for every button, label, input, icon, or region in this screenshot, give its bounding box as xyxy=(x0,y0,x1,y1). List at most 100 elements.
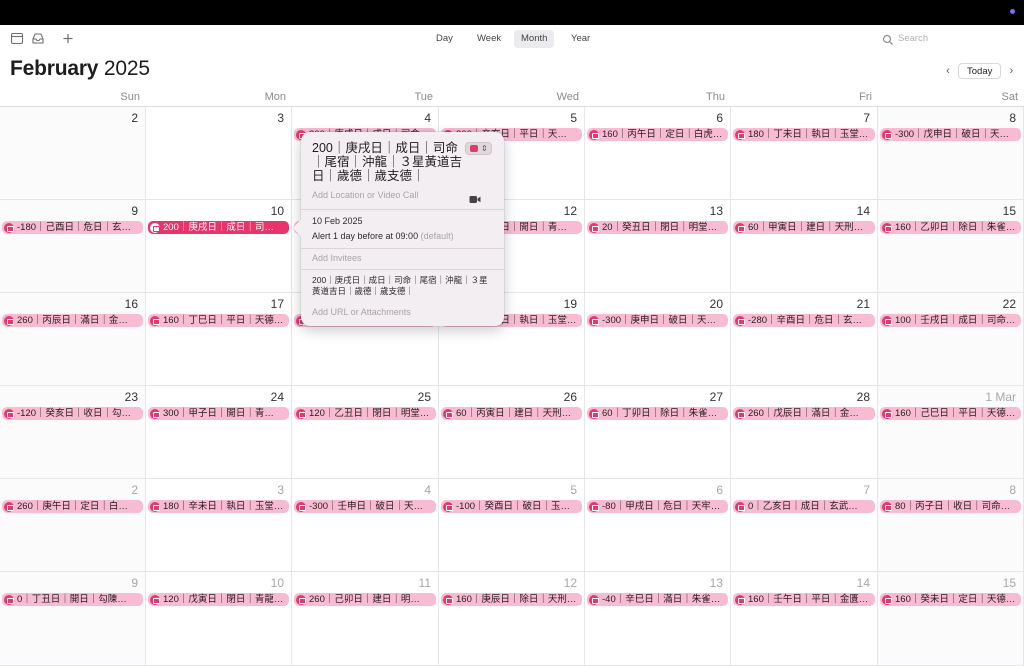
chevron-right-icon[interactable]: › xyxy=(1004,63,1018,79)
view-year-tab[interactable]: Year xyxy=(564,30,597,48)
chevron-left-icon[interactable]: ‹ xyxy=(941,63,955,79)
event-alert[interactable]: Alert 1 day before at 09:00 (default) xyxy=(312,231,454,241)
calendar-event[interactable]: 160｜丙午日｜定日｜白虎… xyxy=(587,128,728,141)
day-cell[interactable]: 23 -120｜癸亥日｜收日｜勾… xyxy=(0,386,146,479)
day-cell[interactable]: 11 260｜己卯日｜建日｜明… xyxy=(292,572,439,666)
calendar-event-icon xyxy=(735,594,745,605)
calendar-event[interactable]: 80｜丙子日｜收日｜司命… xyxy=(880,500,1021,513)
day-cell[interactable]: 9 -180｜己酉日｜危日｜玄… xyxy=(0,200,146,293)
calendar-event[interactable]: 60｜丁卯日｜除日｜朱雀… xyxy=(587,407,728,420)
calendar-event[interactable]: 160｜丁巳日｜平日｜天德… xyxy=(148,314,289,327)
calendar-event[interactable]: -40｜辛巳日｜滿日｜朱雀… xyxy=(587,593,728,606)
url-field[interactable]: Add URL or Attachments xyxy=(312,307,411,317)
calendar-event[interactable]: 260｜己卯日｜建日｜明… xyxy=(294,593,436,606)
calendar-event[interactable]: 60｜丙寅日｜建日｜天刑… xyxy=(441,407,582,420)
day-cell[interactable]: 13 -40｜辛巳日｜滿日｜朱雀… xyxy=(585,572,731,666)
calendar-event[interactable]: -300｜壬申日｜破日｜天… xyxy=(294,500,436,513)
calendar-event[interactable]: 200｜庚戌日｜成日｜司… xyxy=(148,221,289,234)
event-title[interactable]: 200｜庚戌日｜成日｜司命｜尾宿｜沖龍｜３星黃道吉日｜歲德｜歲支德｜ xyxy=(312,141,462,183)
day-number: 5 xyxy=(570,483,577,497)
calendar-event[interactable]: 0｜丁丑日｜開日｜勾陳… xyxy=(2,593,143,606)
calendar-event[interactable]: 120｜乙丑日｜閉日｜明堂… xyxy=(294,407,436,420)
calendar-event[interactable]: 260｜庚午日｜定日｜白… xyxy=(2,500,143,513)
day-number: 27 xyxy=(709,390,723,404)
event-label: 120｜戊寅日｜閉日｜青龍… xyxy=(163,594,284,605)
view-day-tab[interactable]: Day xyxy=(429,30,460,48)
calendar-event[interactable]: 180｜丁未日｜執日｜玉堂… xyxy=(733,128,875,141)
day-cell[interactable]: 15 160｜乙卯日｜除日｜朱雀… xyxy=(878,200,1024,293)
calendar-event[interactable]: 160｜壬午日｜平日｜金匱… xyxy=(733,593,875,606)
calendar-list-icon[interactable] xyxy=(10,32,24,45)
calendar-event[interactable]: 260｜丙辰日｜滿日｜金… xyxy=(2,314,143,327)
calendar-event[interactable]: 160｜乙卯日｜除日｜朱雀… xyxy=(880,221,1021,234)
calendar-event-icon xyxy=(150,315,160,326)
day-cell[interactable]: 2 260｜庚午日｜定日｜白… xyxy=(0,479,146,572)
day-cell[interactable]: 6 160｜丙午日｜定日｜白虎… xyxy=(585,107,731,200)
calendar-event-icon xyxy=(735,129,745,140)
day-cell[interactable]: 16 260｜丙辰日｜滿日｜金… xyxy=(0,293,146,386)
day-cell[interactable]: 10 120｜戊寅日｜閉日｜青龍… xyxy=(146,572,292,666)
calendar-event[interactable]: -100｜癸酉日｜破日｜玉… xyxy=(441,500,582,513)
calendar-event[interactable]: 180｜辛未日｜執日｜玉堂… xyxy=(148,500,289,513)
day-cell[interactable]: 4 -300｜壬申日｜破日｜天… xyxy=(292,479,439,572)
calendar-event[interactable]: 160｜庚辰日｜除日｜天刑… xyxy=(441,593,582,606)
calendar-event[interactable]: -180｜己酉日｜危日｜玄… xyxy=(2,221,143,234)
calendar-event[interactable]: 0｜乙亥日｜成日｜玄武… xyxy=(733,500,875,513)
inbox-icon[interactable] xyxy=(31,32,45,45)
day-cell[interactable]: 21 -280｜辛酉日｜危日｜玄… xyxy=(731,293,878,386)
day-cell[interactable]: 14 60｜甲寅日｜建日｜天刑… xyxy=(731,200,878,293)
day-cell[interactable]: 13 20｜癸丑日｜閉日｜明堂… xyxy=(585,200,731,293)
day-cell[interactable]: 3 180｜辛未日｜執日｜玉堂… xyxy=(146,479,292,572)
event-label: 260｜戊辰日｜滿日｜金… xyxy=(748,408,859,419)
location-field[interactable]: Add Location or Video Call xyxy=(312,190,418,200)
calendar-event[interactable]: 60｜甲寅日｜建日｜天刑… xyxy=(733,221,875,234)
calendar-event[interactable]: 160｜己巳日｜平日｜天德… xyxy=(880,407,1021,420)
day-cell[interactable]: 6 -80｜甲戌日｜危日｜天牢… xyxy=(585,479,731,572)
calendar-event[interactable]: -120｜癸亥日｜收日｜勾… xyxy=(2,407,143,420)
event-notes[interactable]: 200｜庚戌日｜成日｜司命｜尾宿｜沖龍｜３星黃道吉日｜歲德｜歲支德｜ xyxy=(312,275,492,297)
day-cell[interactable]: 9 0｜丁丑日｜開日｜勾陳… xyxy=(0,572,146,666)
calendar-event[interactable]: 120｜戊寅日｜閉日｜青龍… xyxy=(148,593,289,606)
event-label: -300｜壬申日｜破日｜天… xyxy=(309,501,424,512)
search-field[interactable]: Search xyxy=(880,30,1016,48)
day-cell[interactable]: 12 160｜庚辰日｜除日｜天刑… xyxy=(439,572,585,666)
day-cell[interactable]: 14 160｜壬午日｜平日｜金匱… xyxy=(731,572,878,666)
day-cell[interactable]: 15 160｜癸未日｜定日｜天德… xyxy=(878,572,1024,666)
view-week-tab[interactable]: Week xyxy=(470,30,508,48)
day-cell[interactable]: 7 180｜丁未日｜執日｜玉堂… xyxy=(731,107,878,200)
event-label: 160｜丙午日｜定日｜白虎… xyxy=(602,129,723,140)
invitees-field[interactable]: Add Invitees xyxy=(312,253,362,263)
weekday-label: Mon xyxy=(264,91,286,103)
day-cell[interactable]: 5 -100｜癸酉日｜破日｜玉… xyxy=(439,479,585,572)
calendar-color-picker[interactable]: ⇕ xyxy=(465,142,492,155)
day-cell[interactable]: 25 120｜乙丑日｜閉日｜明堂… xyxy=(292,386,439,479)
add-event-icon[interactable] xyxy=(61,32,75,45)
event-date[interactable]: 10 Feb 2025 xyxy=(312,216,363,226)
video-camera-icon[interactable] xyxy=(469,191,481,203)
day-cell[interactable]: 7 0｜乙亥日｜成日｜玄武… xyxy=(731,479,878,572)
day-cell[interactable]: 8 -300｜戊申日｜破日｜天… xyxy=(878,107,1024,200)
calendar-event[interactable]: 160｜癸未日｜定日｜天德… xyxy=(880,593,1021,606)
calendar-event[interactable]: 300｜甲子日｜開日｜青… xyxy=(148,407,289,420)
calendar-event[interactable]: -300｜戊申日｜破日｜天… xyxy=(880,128,1021,141)
day-cell[interactable]: 17 160｜丁巳日｜平日｜天德… xyxy=(146,293,292,386)
today-button[interactable]: Today xyxy=(958,62,1002,79)
day-cell[interactable]: 26 60｜丙寅日｜建日｜天刑… xyxy=(439,386,585,479)
day-cell[interactable]: 1 Mar 160｜己巳日｜平日｜天德… xyxy=(878,386,1024,479)
calendar-event[interactable]: 100｜壬戌日｜成日｜司命… xyxy=(880,314,1021,327)
calendar-event[interactable]: 20｜癸丑日｜閉日｜明堂… xyxy=(587,221,728,234)
day-cell[interactable]: 10 200｜庚戌日｜成日｜司… xyxy=(146,200,292,293)
day-cell[interactable]: 2 xyxy=(0,107,146,200)
calendar-event[interactable]: -300｜庚申日｜破日｜天… xyxy=(587,314,728,327)
day-cell[interactable]: 24 300｜甲子日｜開日｜青… xyxy=(146,386,292,479)
day-cell[interactable]: 3 xyxy=(146,107,292,200)
calendar-event[interactable]: -80｜甲戌日｜危日｜天牢… xyxy=(587,500,728,513)
day-cell[interactable]: 27 60｜丁卯日｜除日｜朱雀… xyxy=(585,386,731,479)
calendar-event[interactable]: 260｜戊辰日｜滿日｜金… xyxy=(733,407,875,420)
view-month-tab[interactable]: Month xyxy=(514,30,555,48)
day-cell[interactable]: 8 80｜丙子日｜收日｜司命… xyxy=(878,479,1024,572)
day-cell[interactable]: 28 260｜戊辰日｜滿日｜金… xyxy=(731,386,878,479)
day-cell[interactable]: 20 -300｜庚申日｜破日｜天… xyxy=(585,293,731,386)
day-cell[interactable]: 22 100｜壬戌日｜成日｜司命… xyxy=(878,293,1024,386)
calendar-event[interactable]: -280｜辛酉日｜危日｜玄… xyxy=(733,314,875,327)
